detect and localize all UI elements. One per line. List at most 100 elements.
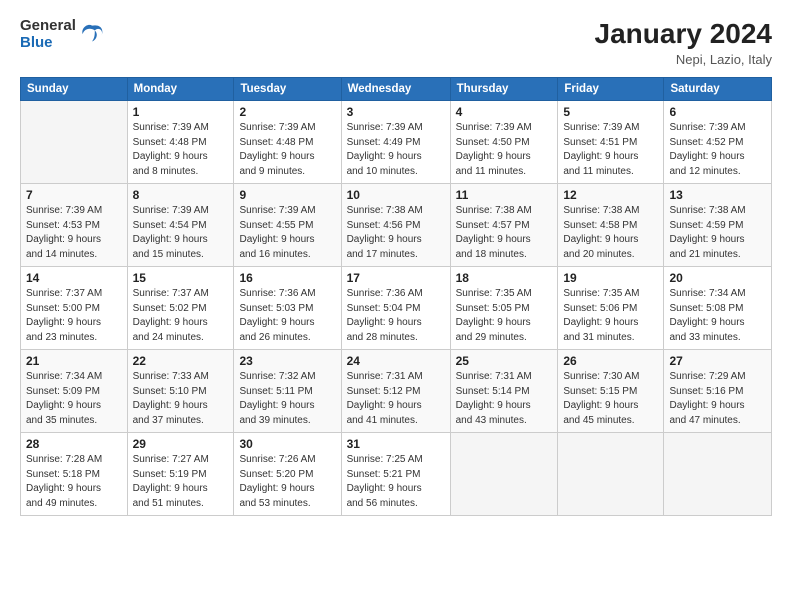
day-info: Sunrise: 7:32 AMSunset: 5:11 PMDaylight:…: [239, 370, 335, 428]
day-number: 9: [239, 188, 335, 202]
day-info: Sunrise: 7:39 AMSunset: 4:53 PMDaylight:…: [26, 204, 122, 262]
day-number: 1: [133, 105, 229, 119]
day-number: 4: [456, 105, 553, 119]
day-info: Sunrise: 7:34 AMSunset: 5:09 PMDaylight:…: [26, 370, 122, 428]
day-number: 5: [563, 105, 658, 119]
calendar-cell: 4 Sunrise: 7:39 AMSunset: 4:50 PMDaylight…: [450, 101, 558, 184]
day-info: Sunrise: 7:29 AMSunset: 5:16 PMDaylight:…: [669, 370, 766, 428]
day-number: 24: [347, 354, 445, 368]
calendar-cell: 10 Sunrise: 7:38 AMSunset: 4:56 PMDayligh…: [341, 184, 450, 267]
day-number: 15: [133, 271, 229, 285]
calendar-cell: 21 Sunrise: 7:34 AMSunset: 5:09 PMDayligh…: [21, 350, 128, 433]
day-number: 16: [239, 271, 335, 285]
day-info: Sunrise: 7:36 AMSunset: 5:04 PMDaylight:…: [347, 287, 445, 345]
week-row-1: 1 Sunrise: 7:39 AMSunset: 4:48 PMDaylight…: [21, 101, 772, 184]
day-number: 25: [456, 354, 553, 368]
day-number: 29: [133, 437, 229, 451]
day-header-friday: Friday: [558, 78, 664, 101]
calendar-cell: 27 Sunrise: 7:29 AMSunset: 5:16 PMDayligh…: [664, 350, 772, 433]
calendar-cell: 14 Sunrise: 7:37 AMSunset: 5:00 PMDayligh…: [21, 267, 128, 350]
calendar-cell: [450, 433, 558, 516]
day-number: 14: [26, 271, 122, 285]
week-row-4: 21 Sunrise: 7:34 AMSunset: 5:09 PMDayligh…: [21, 350, 772, 433]
day-info: Sunrise: 7:31 AMSunset: 5:14 PMDaylight:…: [456, 370, 553, 428]
day-number: 3: [347, 105, 445, 119]
calendar-cell: 17 Sunrise: 7:36 AMSunset: 5:04 PMDayligh…: [341, 267, 450, 350]
calendar-cell: 15 Sunrise: 7:37 AMSunset: 5:02 PMDayligh…: [127, 267, 234, 350]
day-number: 19: [563, 271, 658, 285]
day-info: Sunrise: 7:27 AMSunset: 5:19 PMDaylight:…: [133, 453, 229, 511]
day-number: 17: [347, 271, 445, 285]
title-block: January 2024 Nepi, Lazio, Italy: [595, 18, 772, 67]
calendar-cell: [21, 101, 128, 184]
week-row-3: 14 Sunrise: 7:37 AMSunset: 5:00 PMDayligh…: [21, 267, 772, 350]
day-info: Sunrise: 7:39 AMSunset: 4:49 PMDaylight:…: [347, 121, 445, 179]
day-info: Sunrise: 7:39 AMSunset: 4:52 PMDaylight:…: [669, 121, 766, 179]
day-info: Sunrise: 7:31 AMSunset: 5:12 PMDaylight:…: [347, 370, 445, 428]
day-number: 11: [456, 188, 553, 202]
day-number: 21: [26, 354, 122, 368]
location: Nepi, Lazio, Italy: [595, 52, 772, 67]
day-info: Sunrise: 7:39 AMSunset: 4:48 PMDaylight:…: [133, 121, 229, 179]
calendar-cell: 13 Sunrise: 7:38 AMSunset: 4:59 PMDayligh…: [664, 184, 772, 267]
logo: General Blue: [20, 18, 106, 51]
day-info: Sunrise: 7:39 AMSunset: 4:55 PMDaylight:…: [239, 204, 335, 262]
logo-blue: Blue: [20, 35, 76, 52]
day-info: Sunrise: 7:39 AMSunset: 4:54 PMDaylight:…: [133, 204, 229, 262]
day-info: Sunrise: 7:33 AMSunset: 5:10 PMDaylight:…: [133, 370, 229, 428]
day-number: 27: [669, 354, 766, 368]
day-number: 28: [26, 437, 122, 451]
day-header-tuesday: Tuesday: [234, 78, 341, 101]
day-header-sunday: Sunday: [21, 78, 128, 101]
day-info: Sunrise: 7:38 AMSunset: 4:59 PMDaylight:…: [669, 204, 766, 262]
calendar-cell: 2 Sunrise: 7:39 AMSunset: 4:48 PMDaylight…: [234, 101, 341, 184]
calendar-cell: 18 Sunrise: 7:35 AMSunset: 5:05 PMDayligh…: [450, 267, 558, 350]
day-number: 2: [239, 105, 335, 119]
calendar-cell: 30Sunrise: 7:26 AMSunset: 5:20 PMDayligh…: [234, 433, 341, 516]
day-number: 10: [347, 188, 445, 202]
calendar-cell: 5 Sunrise: 7:39 AMSunset: 4:51 PMDaylight…: [558, 101, 664, 184]
calendar-cell: 9 Sunrise: 7:39 AMSunset: 4:55 PMDaylight…: [234, 184, 341, 267]
day-number: 12: [563, 188, 658, 202]
day-number: 22: [133, 354, 229, 368]
calendar-cell: 22 Sunrise: 7:33 AMSunset: 5:10 PMDayligh…: [127, 350, 234, 433]
calendar-cell: 24 Sunrise: 7:31 AMSunset: 5:12 PMDayligh…: [341, 350, 450, 433]
day-number: 7: [26, 188, 122, 202]
calendar-cell: 16 Sunrise: 7:36 AMSunset: 5:03 PMDayligh…: [234, 267, 341, 350]
day-number: 30: [239, 437, 335, 451]
day-info: Sunrise: 7:34 AMSunset: 5:08 PMDaylight:…: [669, 287, 766, 345]
calendar-cell: 7 Sunrise: 7:39 AMSunset: 4:53 PMDaylight…: [21, 184, 128, 267]
calendar-cell: 31Sunrise: 7:25 AMSunset: 5:21 PMDayligh…: [341, 433, 450, 516]
day-info: Sunrise: 7:38 AMSunset: 4:58 PMDaylight:…: [563, 204, 658, 262]
day-info: Sunrise: 7:39 AMSunset: 4:50 PMDaylight:…: [456, 121, 553, 179]
calendar-cell: [664, 433, 772, 516]
day-info: Sunrise: 7:39 AMSunset: 4:51 PMDaylight:…: [563, 121, 658, 179]
calendar-cell: 12 Sunrise: 7:38 AMSunset: 4:58 PMDayligh…: [558, 184, 664, 267]
day-header-wednesday: Wednesday: [341, 78, 450, 101]
calendar-table: SundayMondayTuesdayWednesdayThursdayFrid…: [20, 77, 772, 516]
day-info: Sunrise: 7:39 AMSunset: 4:48 PMDaylight:…: [239, 121, 335, 179]
calendar-cell: 6 Sunrise: 7:39 AMSunset: 4:52 PMDaylight…: [664, 101, 772, 184]
day-number: 6: [669, 105, 766, 119]
day-number: 8: [133, 188, 229, 202]
page: General Blue January 2024 Nepi, Lazio, I…: [0, 0, 792, 612]
calendar-cell: 19 Sunrise: 7:35 AMSunset: 5:06 PMDayligh…: [558, 267, 664, 350]
day-info: Sunrise: 7:35 AMSunset: 5:06 PMDaylight:…: [563, 287, 658, 345]
day-number: 13: [669, 188, 766, 202]
day-info: Sunrise: 7:37 AMSunset: 5:02 PMDaylight:…: [133, 287, 229, 345]
logo-general: General: [20, 18, 76, 35]
calendar-cell: 1 Sunrise: 7:39 AMSunset: 4:48 PMDaylight…: [127, 101, 234, 184]
day-info: Sunrise: 7:35 AMSunset: 5:05 PMDaylight:…: [456, 287, 553, 345]
day-info: Sunrise: 7:36 AMSunset: 5:03 PMDaylight:…: [239, 287, 335, 345]
calendar-cell: 3 Sunrise: 7:39 AMSunset: 4:49 PMDaylight…: [341, 101, 450, 184]
day-number: 18: [456, 271, 553, 285]
day-header-monday: Monday: [127, 78, 234, 101]
day-info: Sunrise: 7:30 AMSunset: 5:15 PMDaylight:…: [563, 370, 658, 428]
day-number: 20: [669, 271, 766, 285]
day-info: Sunrise: 7:37 AMSunset: 5:00 PMDaylight:…: [26, 287, 122, 345]
calendar-cell: 26Sunrise: 7:30 AMSunset: 5:15 PMDayligh…: [558, 350, 664, 433]
day-info: Sunrise: 7:38 AMSunset: 4:56 PMDaylight:…: [347, 204, 445, 262]
month-title: January 2024: [595, 18, 772, 50]
calendar-cell: 11Sunrise: 7:38 AMSunset: 4:57 PMDayligh…: [450, 184, 558, 267]
calendar-cell: 23Sunrise: 7:32 AMSunset: 5:11 PMDayligh…: [234, 350, 341, 433]
